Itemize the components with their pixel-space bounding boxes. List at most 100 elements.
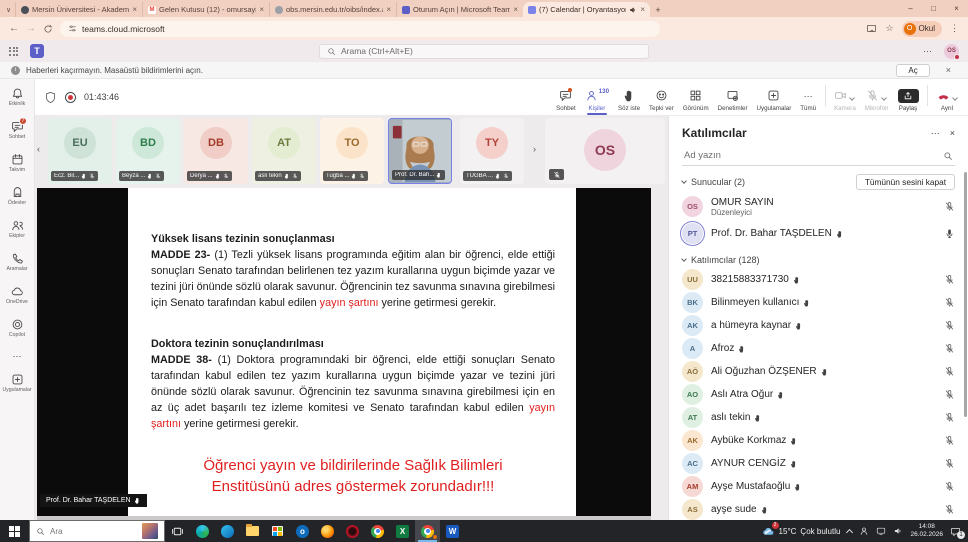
mic-off-icon[interactable] (944, 343, 955, 354)
participant-row[interactable]: OS OMUR SAYIN Düzenleyici (669, 193, 968, 220)
tray-volume-icon[interactable] (893, 526, 903, 536)
participant-row[interactable]: AK Aybüke Korkmaz (669, 429, 968, 452)
tab-teams-login[interactable]: Oturum Açın | Microsoft Teams × (396, 2, 523, 17)
close-tab-icon[interactable]: × (640, 5, 645, 14)
mute-all-button[interactable]: Tümünün sesini kapat (856, 174, 955, 190)
sidebar-item-activity[interactable]: Etkinlik (0, 87, 34, 120)
participant-tile[interactable]: TO Tugba ... (320, 118, 384, 184)
mic-off-icon[interactable] (944, 274, 955, 285)
participant-row[interactable]: AM Ayşe Mustafaoğlu (669, 475, 968, 498)
participant-tile[interactable]: DB Derya ... (184, 118, 248, 184)
participant-row[interactable]: AÖ Ali Oğuzhan ÖZŞENER (669, 360, 968, 383)
participant-row[interactable]: AK a hümeyra kaynar (669, 314, 968, 337)
sidebar-item-assignments[interactable]: Ödevler (0, 186, 34, 219)
maximize-button[interactable]: □ (922, 0, 945, 17)
participant-row[interactable]: AC AYNUR CENGİZ (669, 452, 968, 475)
react-button[interactable]: Tepki ver (645, 89, 679, 112)
people-button[interactable]: 130 Kişiler (580, 89, 613, 112)
strip-scroll-right-icon[interactable]: › (533, 144, 536, 154)
mic-off-icon[interactable] (944, 481, 955, 492)
mic-off-icon[interactable] (944, 297, 955, 308)
participant-search[interactable] (682, 146, 955, 166)
participant-tile[interactable]: AT aslı tekin (252, 118, 316, 184)
teams-search-input[interactable] (341, 46, 641, 56)
minimize-button[interactable]: – (899, 0, 922, 17)
enable-notifications-button[interactable]: Aç (896, 64, 929, 77)
participant-row[interactable]: AO Aslı Atra Oğur (669, 383, 968, 406)
search-highlight-thumbnail[interactable] (142, 523, 158, 539)
sidebar-item-more[interactable]: ⋯ (0, 351, 34, 373)
close-tab-icon[interactable]: × (132, 5, 137, 14)
mic-off-icon[interactable] (944, 201, 955, 212)
chat-button[interactable]: Sohbet (552, 89, 581, 112)
chevron-down-icon[interactable] (681, 256, 687, 262)
tab-calendar-active[interactable]: (7) Calendar | Oryantasyon × (523, 2, 650, 17)
mic-on-icon[interactable] (944, 228, 955, 239)
participant-row[interactable]: AT aslı tekin (669, 406, 968, 429)
bookmark-star-icon[interactable]: ☆ (885, 23, 893, 34)
back-icon[interactable]: ← (9, 23, 19, 34)
mic-off-icon[interactable] (944, 320, 955, 331)
chevron-down-icon[interactable] (952, 95, 958, 101)
tray-display-icon[interactable] (876, 526, 886, 536)
participant-row[interactable]: A Afroz (669, 337, 968, 360)
site-settings-icon[interactable] (68, 24, 77, 33)
participant-tile[interactable]: TY TUĞBA ... (460, 118, 524, 184)
participant-row[interactable]: AS ayşe sude (669, 498, 968, 520)
refresh-icon[interactable] (43, 24, 53, 34)
tab-search-icon[interactable]: ∨ (2, 2, 15, 17)
tab-gmail[interactable]: M Gelen Kutusu (12) - omursayin × (142, 2, 269, 17)
share-button[interactable]: Paylaş (893, 89, 923, 112)
taskbar-app-outlook[interactable]: o (290, 520, 315, 542)
sidebar-item-teams[interactable]: Ekipler (0, 219, 34, 252)
close-tab-icon[interactable]: × (513, 5, 518, 14)
taskbar-app-chrome-active[interactable] (415, 520, 440, 542)
active-speaker-video-tile[interactable]: Prof. Dr. Bah... (388, 118, 452, 184)
tray-person-icon[interactable] (859, 526, 869, 536)
task-view-button[interactable] (165, 520, 190, 542)
participant-tile[interactable]: BD Beyza ... (116, 118, 180, 184)
waffle-menu-icon[interactable] (9, 47, 18, 56)
mic-off-icon[interactable] (944, 504, 955, 515)
forward-icon[interactable]: → (26, 23, 36, 34)
apps-button[interactable]: Uygulamalar (752, 89, 796, 112)
leave-button[interactable]: Ayrıl (932, 89, 962, 112)
new-tab-button[interactable]: + (650, 5, 666, 17)
close-window-button[interactable]: × (945, 0, 968, 17)
cast-icon[interactable] (866, 23, 877, 34)
action-center-button[interactable]: 1 (950, 526, 961, 537)
mic-off-icon[interactable] (944, 435, 955, 446)
address-bar[interactable]: teams.cloud.microsoft (60, 21, 660, 37)
teams-logo-icon[interactable]: T (30, 44, 44, 58)
taskbar-app-excel[interactable]: X (390, 520, 415, 542)
participant-row[interactable]: PT Prof. Dr. Bahar TAŞDELEN (669, 220, 968, 247)
taskbar-app-chrome[interactable] (365, 520, 390, 542)
weather-widget[interactable]: 2 15°C Çok bulutlu (762, 525, 841, 538)
self-video-tile[interactable]: OS (545, 118, 665, 184)
mic-off-icon[interactable] (944, 458, 955, 469)
sidebar-item-calendar[interactable]: Takvim (0, 153, 34, 186)
shared-screen[interactable]: Yüksek lisans tezinin sonuçlanması MADDE… (37, 188, 651, 516)
close-tab-icon[interactable]: × (386, 5, 391, 14)
sidebar-item-onedrive[interactable]: OneDrive (0, 285, 34, 318)
sidebar-item-copilot[interactable]: Copilot (0, 318, 34, 351)
taskbar-app-explorer[interactable] (240, 520, 265, 542)
chevron-down-icon[interactable] (881, 95, 887, 101)
more-button[interactable]: ⋯ Tümü (796, 89, 821, 112)
tab-audio-icon[interactable] (629, 6, 637, 14)
strip-scroll-left-icon[interactable]: ‹ (37, 144, 40, 154)
taskbar-app-edge[interactable] (215, 520, 240, 542)
controls-button[interactable]: Denetimler (713, 89, 752, 112)
mic-off-icon[interactable] (944, 389, 955, 400)
taskbar-app-widgets[interactable] (190, 520, 215, 542)
participant-row[interactable]: UU 38215883371730 (669, 268, 968, 291)
chevron-down-icon[interactable] (850, 95, 856, 101)
tab-mersin[interactable]: Mersin Üniversitesi - Akademik × (15, 2, 142, 17)
teams-search[interactable] (319, 44, 649, 59)
taskbar-clock[interactable]: 14:08 26.02.2026 (910, 523, 943, 540)
mic-button[interactable]: Mikrofon (860, 89, 893, 112)
panel-scrollbar[interactable] (964, 172, 967, 417)
taskbar-app-store[interactable] (265, 520, 290, 542)
panel-close-icon[interactable]: × (950, 128, 955, 138)
browser-profile-button[interactable]: O Okul (902, 21, 942, 37)
